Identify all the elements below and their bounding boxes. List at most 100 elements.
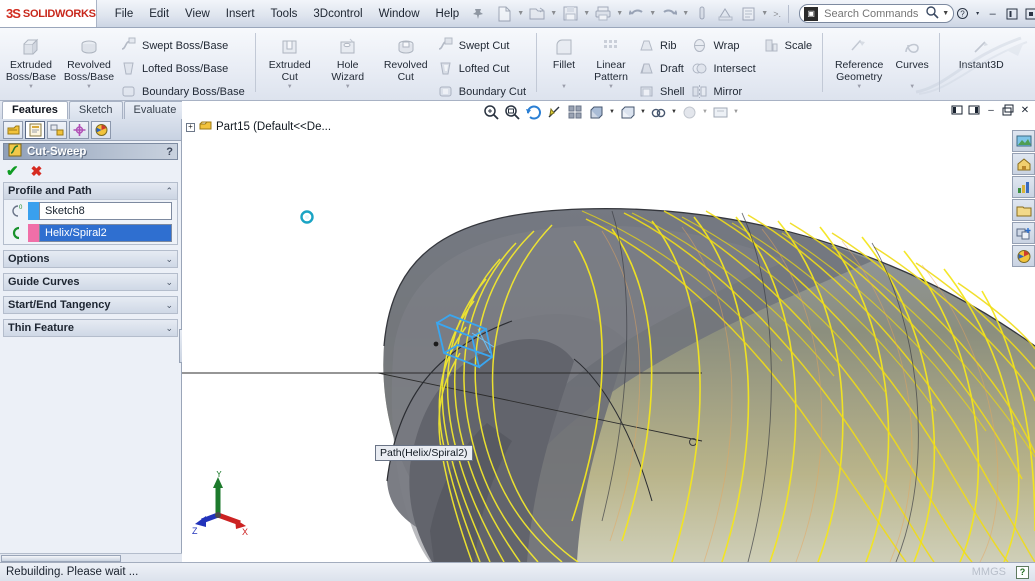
view-palette-icon[interactable] xyxy=(1012,199,1035,221)
open-document-icon[interactable] xyxy=(526,3,548,25)
tree-expander-icon[interactable]: + xyxy=(186,123,195,132)
zoom-to-area-icon[interactable] xyxy=(503,103,522,122)
revolved-boss-base-button[interactable]: Revolved Boss/Base ▼ xyxy=(60,31,118,90)
draft-button[interactable]: Draft xyxy=(636,57,689,80)
chevron-down-icon-options[interactable]: ⌄ xyxy=(165,254,173,265)
tab-features[interactable]: Features xyxy=(2,101,68,119)
more-commands-icon[interactable]: >. xyxy=(770,3,784,25)
reference-geometry-caret-icon[interactable]: ▼ xyxy=(856,84,862,90)
intersect-button[interactable]: Intersect xyxy=(689,57,760,80)
menu-item-3dcontrol[interactable]: 3Dcontrol xyxy=(305,4,370,24)
file-explorer-icon[interactable] xyxy=(1012,176,1035,198)
section-view-icon[interactable] xyxy=(545,103,564,122)
fillet-caret-icon[interactable]: ▼ xyxy=(561,84,567,90)
tab-evaluate[interactable]: Evaluate xyxy=(124,101,187,119)
cancel-button[interactable]: ✖ xyxy=(31,163,43,180)
origin-marker[interactable] xyxy=(300,210,314,224)
menu-item-file[interactable]: File xyxy=(107,4,142,24)
hide-show-caret-icon[interactable]: ▼ xyxy=(639,103,647,122)
solidworks-resources-icon[interactable] xyxy=(1012,130,1035,152)
linear-pattern-caret-icon[interactable]: ▼ xyxy=(608,84,614,90)
reference-geometry-button[interactable]: Reference Geometry ▼ xyxy=(828,31,890,90)
wrap-button[interactable]: Wrap xyxy=(689,34,760,57)
chevron-down-icon-thin-feature[interactable]: ⌄ xyxy=(165,323,173,334)
menu-item-window[interactable]: Window xyxy=(371,4,428,24)
save-icon[interactable] xyxy=(559,3,581,25)
view-orientation-icon[interactable] xyxy=(566,103,585,122)
options-icon[interactable] xyxy=(737,3,759,25)
edit-appearance-icon[interactable] xyxy=(649,103,668,122)
linear-pattern-button[interactable]: Linear Pattern ▼ xyxy=(586,31,636,90)
rebuild-icon[interactable] xyxy=(714,3,736,25)
scale-button[interactable]: Scale xyxy=(761,34,818,57)
tab-sketch[interactable]: Sketch xyxy=(69,101,123,119)
hole-wizard-caret-icon[interactable]: ▼ xyxy=(345,84,351,90)
revolved-cut-button[interactable]: Revolved Cut xyxy=(377,31,435,83)
status-help-icon[interactable]: ? xyxy=(1016,566,1029,579)
help-button[interactable]: ? xyxy=(954,5,971,22)
swept-boss-base-button[interactable]: Swept Boss/Base xyxy=(118,34,250,57)
custom-properties-icon[interactable] xyxy=(1012,245,1035,267)
dimxpert-manager-tab[interactable] xyxy=(69,121,89,139)
shell-button[interactable]: Shell xyxy=(636,80,689,101)
restore-down-right-icon[interactable] xyxy=(967,103,981,117)
minimize-doc-icon[interactable]: – xyxy=(984,103,998,117)
pushpin-icon[interactable] xyxy=(467,3,489,25)
zoom-to-fit-icon[interactable] xyxy=(482,103,501,122)
accept-button[interactable]: ✔ xyxy=(6,162,19,180)
new-document-caret-icon[interactable]: ▼ xyxy=(516,3,525,25)
units-indicator[interactable]: MMGS xyxy=(972,566,1006,578)
print-caret-icon[interactable]: ▼ xyxy=(615,3,624,25)
redo-caret-icon[interactable]: ▼ xyxy=(681,3,690,25)
chevron-down-icon-guide-curves[interactable]: ⌄ xyxy=(165,277,173,288)
profile-and-path-header[interactable]: Profile and Path ⌃ xyxy=(4,183,177,200)
redo-icon[interactable] xyxy=(658,3,680,25)
feature-manager-tab[interactable] xyxy=(3,121,23,139)
search-commands-box[interactable]: ▣ ▼ xyxy=(799,4,954,23)
hide-show-items-icon[interactable] xyxy=(618,103,637,122)
fillet-button[interactable]: Fillet ▼ xyxy=(542,31,586,90)
mirror-button[interactable]: Mirror xyxy=(689,80,760,101)
previous-view-icon[interactable] xyxy=(524,103,543,122)
options-section[interactable]: Options ⌄ xyxy=(3,250,178,268)
menu-item-insert[interactable]: Insert xyxy=(218,4,263,24)
profile-selection-field[interactable]: Sketch8 xyxy=(39,202,172,220)
display-style-icon[interactable] xyxy=(587,103,606,122)
path-callout[interactable]: Path(Helix/Spiral2) xyxy=(375,445,473,461)
edit-appearance-caret-icon[interactable]: ▼ xyxy=(670,103,678,122)
apply-scene-icon[interactable] xyxy=(680,103,699,122)
close-doc-icon[interactable]: ✕ xyxy=(1018,103,1032,117)
property-manager-tab[interactable] xyxy=(25,121,45,139)
swept-cut-button[interactable]: Swept Cut xyxy=(435,34,531,57)
search-input[interactable] xyxy=(822,7,922,21)
restore-button[interactable] xyxy=(1003,5,1020,22)
revolved-boss-caret-icon[interactable]: ▼ xyxy=(86,84,92,90)
extruded-cut-caret-icon[interactable]: ▼ xyxy=(287,84,293,90)
chevron-up-icon[interactable]: ⌃ xyxy=(165,186,173,197)
menu-item-help[interactable]: Help xyxy=(428,4,468,24)
view-settings-caret-icon[interactable]: ▼ xyxy=(732,103,740,122)
save-caret-icon[interactable]: ▼ xyxy=(582,3,591,25)
design-library-icon[interactable] xyxy=(1012,153,1035,175)
search-magnifier-icon[interactable] xyxy=(925,5,939,22)
hole-wizard-button[interactable]: Hole Wizard ▼ xyxy=(319,31,377,90)
print-icon[interactable] xyxy=(592,3,614,25)
guide-curves-section[interactable]: Guide Curves ⌄ xyxy=(3,273,178,291)
undo-caret-icon[interactable]: ▼ xyxy=(648,3,657,25)
display-style-caret-icon[interactable]: ▼ xyxy=(608,103,616,122)
boundary-boss-base-button[interactable]: Boundary Boss/Base xyxy=(118,80,250,101)
extruded-boss-base-button[interactable]: Extruded Boss/Base ▼ xyxy=(2,31,60,90)
menu-item-edit[interactable]: Edit xyxy=(141,4,177,24)
path-selection-field[interactable]: Helix/Spiral2 xyxy=(39,224,172,242)
menu-item-tools[interactable]: Tools xyxy=(263,4,306,24)
appearances-scenes-icon[interactable] xyxy=(1012,222,1035,244)
start-end-tangency-section[interactable]: Start/End Tangency ⌄ xyxy=(3,296,178,314)
configuration-manager-tab[interactable] xyxy=(47,121,67,139)
chevron-down-icon-tangency[interactable]: ⌄ xyxy=(165,300,173,311)
solidworks-logo[interactable]: 3S SOLIDWORKS xyxy=(0,0,97,27)
restore-down-left-icon[interactable] xyxy=(950,103,964,117)
minimize-button[interactable]: – xyxy=(984,5,1001,22)
graphics-viewport[interactable]: ▼ ▼ ▼ ▼ ▼ – xyxy=(182,101,1035,562)
options-caret-icon[interactable]: ▼ xyxy=(760,3,769,25)
view-settings-icon[interactable] xyxy=(711,103,730,122)
